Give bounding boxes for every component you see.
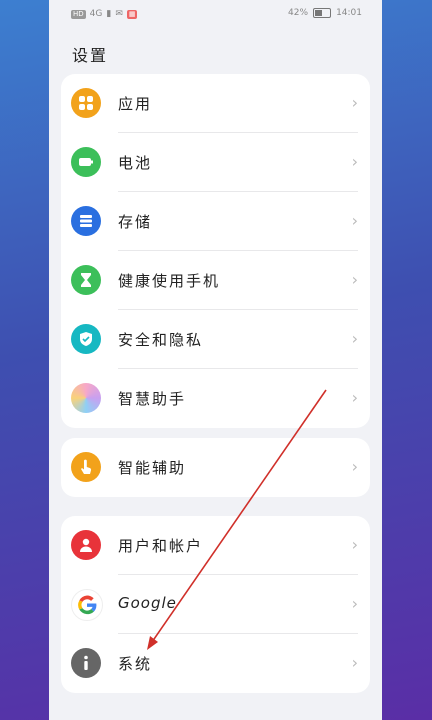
chevron-right-icon: › bbox=[351, 388, 358, 407]
storage-icon bbox=[71, 206, 101, 236]
settings-item-battery[interactable]: 电池 › bbox=[61, 133, 370, 192]
chevron-right-icon: › bbox=[351, 594, 358, 613]
settings-item-smart-assistant[interactable]: 智慧助手 › bbox=[61, 369, 370, 428]
battery-icon bbox=[71, 147, 101, 177]
settings-item-label: 用户和帐户 bbox=[118, 537, 204, 555]
hand-tap-icon bbox=[71, 452, 101, 482]
chevron-right-icon: › bbox=[351, 329, 358, 348]
chevron-right-icon: › bbox=[351, 653, 358, 672]
settings-item-apps[interactable]: 应用 › bbox=[61, 74, 370, 133]
info-icon bbox=[71, 648, 101, 678]
settings-item-label: 智慧助手 bbox=[118, 390, 187, 408]
settings-item-digital-balance[interactable]: 健康使用手机 › bbox=[61, 251, 370, 310]
settings-item-label: 电池 bbox=[118, 154, 153, 172]
apps-icon bbox=[71, 88, 101, 118]
settings-group-1: 应用 › 电池 › 存储 › 健康使用手机 › 安全和隐私 › 智慧助手 › bbox=[61, 74, 370, 428]
chevron-right-icon: › bbox=[351, 535, 358, 554]
settings-item-label: 智能辅助 bbox=[118, 459, 187, 477]
signal-icon: 4G bbox=[89, 9, 103, 19]
chevron-right-icon: › bbox=[351, 152, 358, 171]
chevron-right-icon: › bbox=[351, 93, 358, 112]
chevron-right-icon: › bbox=[351, 211, 358, 230]
google-icon bbox=[71, 589, 103, 621]
settings-item-label: 健康使用手机 bbox=[118, 272, 221, 290]
app-notification-icon: ▦ bbox=[126, 9, 138, 19]
settings-item-security-privacy[interactable]: 安全和隐私 › bbox=[61, 310, 370, 369]
settings-item-label: 安全和隐私 bbox=[118, 331, 204, 349]
shield-icon bbox=[71, 324, 101, 354]
user-icon bbox=[71, 530, 101, 560]
chevron-right-icon: › bbox=[351, 457, 358, 476]
status-bar: HD 4G ▮ ✉ ▦ 42% 14:01 bbox=[49, 0, 382, 28]
settings-item-system[interactable]: 系统 › bbox=[61, 634, 370, 693]
hd-indicator: HD bbox=[71, 9, 86, 19]
hourglass-icon bbox=[71, 265, 101, 295]
battery-percent: 42% bbox=[288, 8, 309, 18]
assistant-icon bbox=[71, 383, 101, 413]
page-title: 设置 bbox=[72, 46, 109, 65]
settings-item-label: 系统 bbox=[118, 655, 153, 673]
settings-item-label: 应用 bbox=[118, 95, 153, 113]
settings-item-storage[interactable]: 存储 › bbox=[61, 192, 370, 251]
clock: 14:01 bbox=[336, 8, 362, 18]
settings-group-3: 用户和帐户 › Google › 系统 › bbox=[61, 516, 370, 693]
settings-item-google[interactable]: Google › bbox=[61, 575, 370, 634]
settings-item-users-accounts[interactable]: 用户和帐户 › bbox=[61, 516, 370, 575]
settings-screen: HD 4G ▮ ✉ ▦ 42% 14:01 设置 应用 › 电池 › 存储 › … bbox=[49, 0, 382, 720]
message-icon: ✉ bbox=[115, 9, 123, 19]
settings-item-accessibility[interactable]: 智能辅助 › bbox=[61, 438, 370, 497]
settings-item-label: Google bbox=[118, 594, 177, 612]
sim-icon: ▮ bbox=[106, 9, 112, 19]
settings-group-2: 智能辅助 › bbox=[61, 438, 370, 497]
settings-item-label: 存储 bbox=[118, 213, 153, 231]
chevron-right-icon: › bbox=[351, 270, 358, 289]
battery-status-icon bbox=[313, 8, 332, 18]
